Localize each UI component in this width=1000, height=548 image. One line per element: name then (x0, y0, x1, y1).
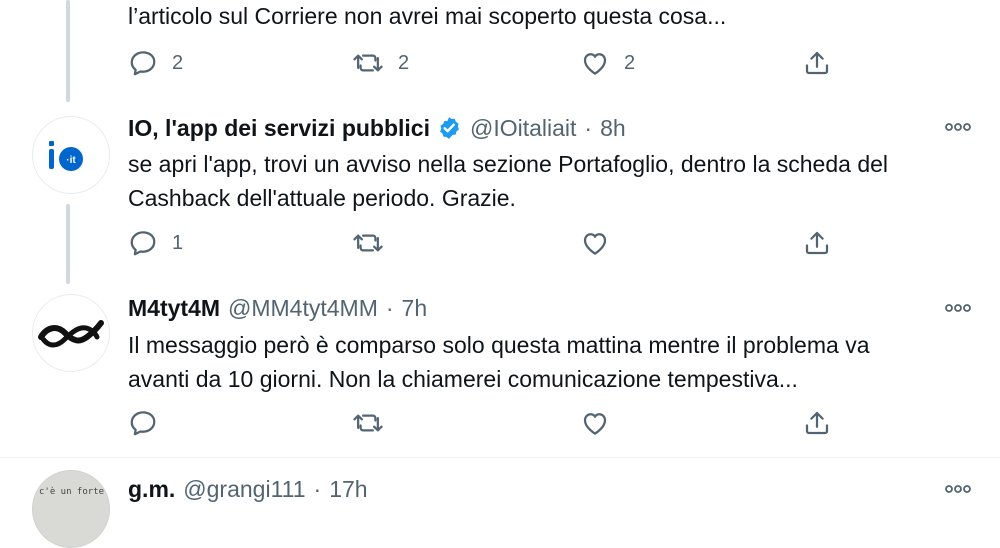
tweet-actions (128, 406, 848, 440)
author-name[interactable]: M4tyt4M (128, 293, 220, 323)
retweet-icon (353, 234, 383, 252)
tweet-separator (0, 457, 1000, 458)
retweet-icon (353, 414, 383, 432)
avatar[interactable]: ·it (32, 116, 110, 194)
retweet-icon (353, 54, 383, 72)
like-button[interactable]: 2 (580, 46, 635, 80)
reply-button[interactable]: 1 (128, 226, 183, 260)
tweet-text-line: se apri l'app, trovi un avviso nella sez… (128, 151, 889, 177)
reply-count: 2 (172, 51, 184, 74)
share-icon (805, 411, 829, 435)
like-count: 2 (624, 51, 636, 74)
author-name[interactable]: IO, l'app dei servizi pubblici (128, 113, 430, 143)
avatar[interactable] (32, 294, 110, 372)
share-icon (805, 51, 829, 75)
share-button[interactable] (802, 46, 832, 80)
thread-line (66, 204, 70, 284)
infinity-logo (38, 320, 104, 348)
like-icon (583, 53, 607, 75)
tweet-text-line: Cashback dell'attuale periodo. Grazie. (128, 185, 516, 211)
like-icon (583, 413, 607, 435)
timestamp[interactable]: 8h (600, 113, 626, 143)
retweet-count: 2 (398, 51, 410, 74)
reply-icon (130, 51, 156, 76)
tweet-text-line: Il messaggio però è comparso solo questa… (128, 332, 870, 358)
reply-icon (130, 411, 156, 436)
share-button[interactable] (802, 226, 832, 260)
tweet-actions: 2 2 2 (128, 46, 848, 80)
like-button[interactable] (580, 406, 610, 440)
reply-button[interactable]: 2 (128, 46, 183, 80)
more-icon[interactable] (944, 122, 972, 132)
io-logo: ·it (49, 141, 83, 171)
retweet-button[interactable] (352, 226, 384, 260)
author-handle[interactable]: @IOitaliait (470, 113, 576, 143)
tweet-text-line: avanti da 10 giorni. Non la chiamerei co… (128, 366, 798, 392)
avatar[interactable]: c'è un forte (32, 470, 110, 548)
avatar-text: ·it (66, 155, 76, 166)
separator-dot: · (584, 115, 593, 141)
tweet-text: l’articolo sul Corriere non avrei mai sc… (128, 3, 727, 29)
reply-icon (130, 231, 156, 256)
share-icon (805, 231, 829, 255)
tweet-actions: 1 (128, 226, 848, 260)
retweet-button[interactable] (352, 406, 384, 440)
thread-line (66, 0, 70, 102)
separator-dot: · (385, 295, 394, 321)
tweet-header: IO, l'app dei servizi pubblici @IOitalia… (128, 113, 626, 143)
tweet-header: M4tyt4M @MM4tyt4MM · 7h (128, 293, 427, 323)
verified-icon (436, 115, 462, 141)
author-handle[interactable]: @MM4tyt4MM (228, 293, 378, 323)
like-button[interactable] (580, 226, 610, 260)
retweet-button[interactable]: 2 (352, 46, 409, 80)
share-button[interactable] (802, 406, 832, 440)
reply-count: 1 (172, 231, 184, 254)
like-icon (583, 233, 607, 255)
more-icon[interactable] (944, 484, 972, 494)
avatar-text: c'è un forte (39, 487, 105, 497)
reply-button[interactable] (128, 406, 158, 440)
timestamp[interactable]: 7h (402, 293, 428, 323)
more-icon[interactable] (944, 303, 972, 313)
